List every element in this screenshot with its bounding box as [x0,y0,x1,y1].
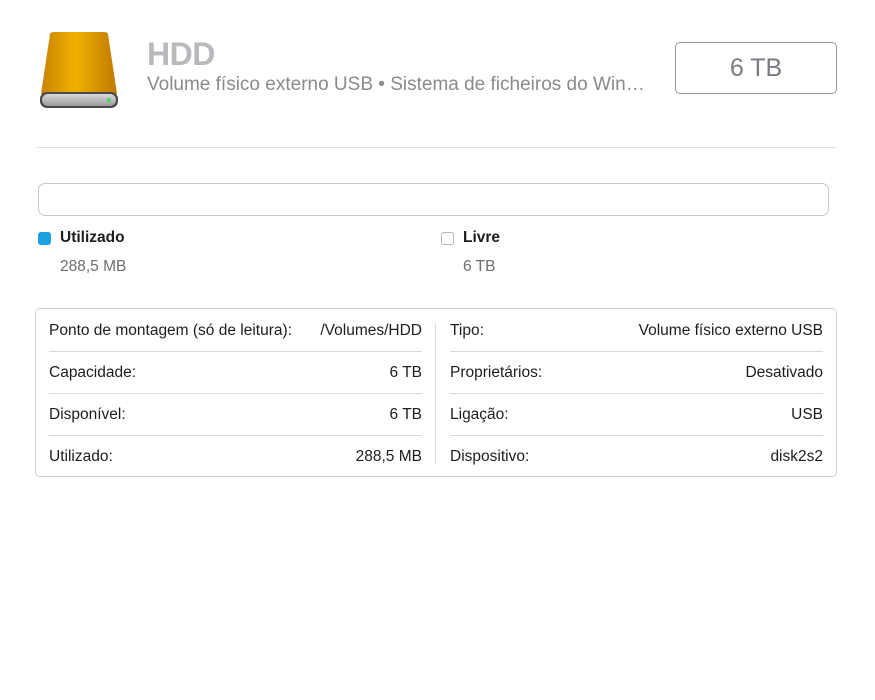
volume-info-table: Ponto de montagem (só de leitura): /Volu… [35,308,837,477]
info-key: Disponível: [49,405,126,423]
info-column-left: Ponto de montagem (só de leitura): /Volu… [49,310,422,478]
legend-free-value: 6 TB [463,258,496,275]
info-key: Capacidade: [49,363,137,381]
info-column-right: Tipo: Volume físico externo USB Propriet… [450,310,823,478]
info-value: USB [791,405,823,423]
info-row-capacity: Capacidade: 6 TB [49,352,422,394]
info-row-available: Disponível: 6 TB [49,394,422,436]
info-row-connection: Ligação: USB [450,394,823,436]
info-key: Ligação: [450,405,509,423]
column-separator [435,323,436,464]
info-value: Desativado [745,363,823,381]
info-row-owners: Proprietários: Desativado [450,352,823,394]
free-swatch [441,231,454,245]
info-value: 288,5 MB [355,448,422,465]
info-value: /Volumes/HDD [320,321,422,339]
volume-title: HDD [147,36,215,72]
info-value: Volume físico externo USB [638,321,823,339]
info-key: Tipo: [450,321,484,339]
info-value: 6 TB [389,405,422,423]
legend-free: Livre 6 TB [441,229,500,276]
legend-used: Utilizado 288,5 MB [38,229,126,276]
info-row-device: Dispositivo: disk2s2 [450,436,823,478]
legend-used-value: 288,5 MB [60,258,127,275]
info-key: Proprietários: [450,363,543,381]
header-divider [36,147,837,148]
info-key: Dispositivo: [450,448,530,465]
legend-free-label: Livre [463,229,501,246]
info-key: Utilizado: [49,448,113,465]
info-value: disk2s2 [770,448,823,465]
volume-subtitle: Volume físico externo USB • Sistema de f… [147,74,652,95]
capacity-badge: 6 TB [675,42,837,94]
info-row-used: Utilizado: 288,5 MB [49,436,422,478]
info-row-type: Tipo: Volume físico externo USB [450,310,823,352]
disk-info-window: HDD Volume físico externo USB • Sistema … [0,0,875,700]
external-drive-icon [38,30,120,112]
info-row-mount-point: Ponto de montagem (só de leitura): /Volu… [49,310,422,352]
storage-usage-bar [38,183,829,216]
legend-used-label: Utilizado [60,229,125,246]
used-swatch [38,231,51,245]
info-value: 6 TB [389,363,422,381]
info-key: Ponto de montagem (só de leitura): [49,321,292,339]
